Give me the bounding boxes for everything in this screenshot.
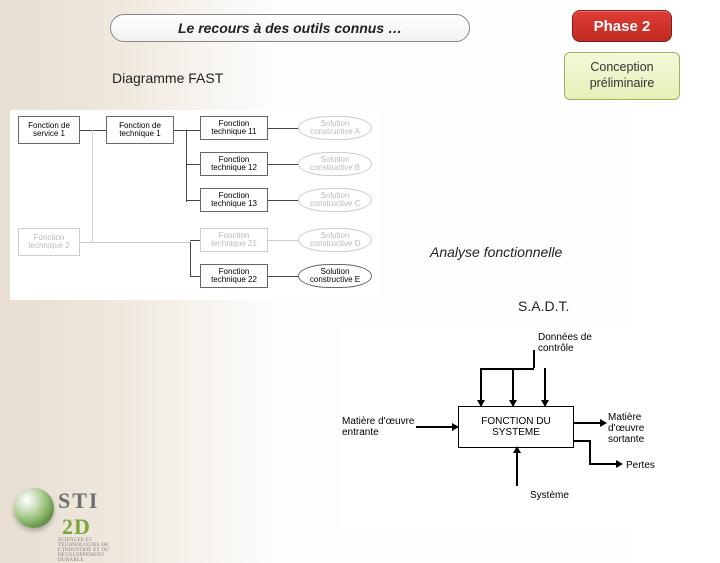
logo-text-2d: 2D	[62, 514, 91, 540]
slide-title: Le recours à des outils connus …	[110, 14, 470, 42]
label-sadt: S.A.D.T.	[518, 298, 569, 314]
sadt-bottom-label: Système	[530, 490, 569, 501]
fast-ft2: Fonctiontechnique 2	[18, 228, 80, 256]
fast-sol-c: Solution constructive C	[298, 188, 372, 212]
sadt-pertes-label: Pertes	[626, 460, 655, 471]
sadt-center: FONCTION DU SYSTEME	[458, 406, 574, 448]
fast-ft22: Fonction technique 22	[200, 264, 268, 288]
sadt-left-label: Matière d'œuvre entrante	[342, 416, 422, 438]
fast-diagram: Fonction deservice 1 Fonctiontechnique 2…	[10, 110, 380, 300]
sadt-right-label: Matière d'œuvre sortante	[608, 412, 680, 445]
fast-fs1: Fonction deservice 1	[18, 116, 80, 144]
concept-box: Conception préliminaire	[564, 52, 680, 100]
phase-badge: Phase 2	[572, 10, 672, 42]
fast-ft1: Fonction de technique 1	[106, 116, 174, 144]
label-analyse-fonctionnelle: Analyse fonctionnelle	[430, 244, 562, 260]
label-fast: Diagramme FAST	[112, 70, 223, 86]
fast-ft21: Fonction technique 21	[200, 228, 268, 252]
globe-icon	[14, 488, 54, 528]
fast-sol-a: Solution constructive A	[298, 116, 372, 140]
fast-sol-d: Solution constructive D	[298, 228, 372, 252]
sadt-diagram: FONCTION DU SYSTEME Données de contrôle …	[340, 328, 680, 528]
logo-subtitle: SCIENCES ET TECHNOLOGIES DE L'INDUSTRIE …	[58, 538, 128, 563]
sadt-top-label: Données de contrôle	[538, 332, 618, 354]
fast-ft11: Fonction technique 11	[200, 116, 268, 140]
logo-sti2d: STI2D SCIENCES ET TECHNOLOGIES DE L'INDU…	[8, 478, 128, 534]
logo-text-sti: STI	[58, 488, 99, 514]
fast-ft12: Fonction technique 12	[200, 152, 268, 176]
fast-ft13: Fonction technique 13	[200, 188, 268, 212]
fast-sol-b: Solution constructive B	[298, 152, 372, 176]
fast-sol-e: Solution constructive E	[298, 264, 372, 288]
